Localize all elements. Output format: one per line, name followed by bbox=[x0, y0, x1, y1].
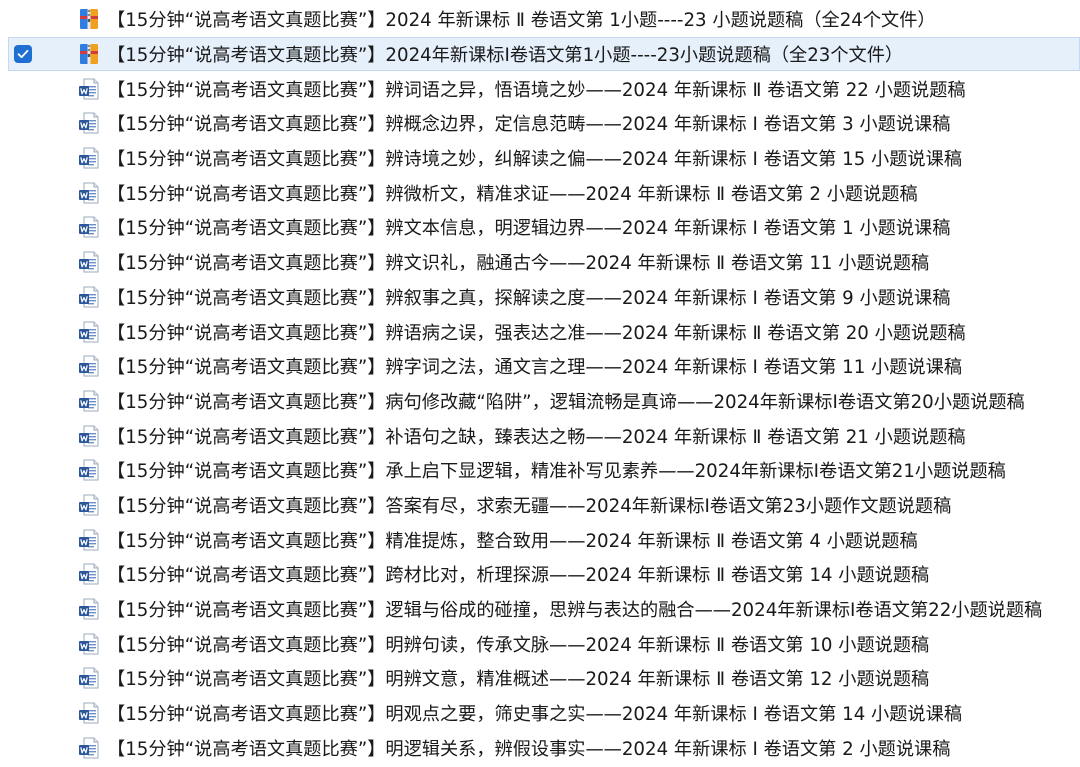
word-document-icon bbox=[77, 562, 101, 586]
file-name: 【15分钟“说高考语文真题比赛”】承上启下显逻辑，精准补写见素养——2024年新… bbox=[107, 461, 1006, 483]
file-row-1[interactable]: 【15分钟“说高考语文真题比赛”】2024年新课标Ⅰ卷语文第1小题----23小… bbox=[8, 36, 1080, 72]
archive-icon bbox=[77, 7, 101, 31]
file-row-6[interactable]: 【15分钟“说高考语文真题比赛”】辨文本信息，明逻辑边界——2024 年新课标 … bbox=[0, 210, 1080, 245]
file-row-14[interactable]: 【15分钟“说高考语文真题比赛”】答案有尽，求索无疆——2024年新课标Ⅰ卷语文… bbox=[0, 488, 1080, 523]
file-name: 【15分钟“说高考语文真题比赛”】2024年新课标Ⅰ卷语文第1小题----23小… bbox=[107, 45, 904, 67]
file-row-3[interactable]: 【15分钟“说高考语文真题比赛”】辨概念边界，定信息范畴——2024 年新课标 … bbox=[0, 106, 1080, 141]
file-name: 【15分钟“说高考语文真题比赛”】辨字词之法，通文言之理——2024 年新课标 … bbox=[107, 357, 963, 379]
file-row-12[interactable]: 【15分钟“说高考语文真题比赛”】补语句之缺，臻表达之畅——2024 年新课标 … bbox=[0, 418, 1080, 453]
word-document-icon bbox=[77, 285, 101, 309]
word-document-icon bbox=[77, 389, 101, 413]
file-row-19[interactable]: 【15分钟“说高考语文真题比赛”】明辨文意，精准概述——2024 年新课标 Ⅱ … bbox=[0, 661, 1080, 696]
file-row-17[interactable]: 【15分钟“说高考语文真题比赛”】逻辑与俗成的碰撞，思辨与表达的融合——2024… bbox=[0, 592, 1080, 627]
word-document-icon bbox=[77, 77, 101, 101]
file-row-8[interactable]: 【15分钟“说高考语文真题比赛”】辨叙事之真，探解读之度——2024 年新课标 … bbox=[0, 280, 1080, 315]
word-document-icon bbox=[77, 181, 101, 205]
file-row-13[interactable]: 【15分钟“说高考语文真题比赛”】承上启下显逻辑，精准补写见素养——2024年新… bbox=[0, 453, 1080, 488]
file-name: 【15分钟“说高考语文真题比赛”】病句修改藏“陷阱”，逻辑流畅是真谛——2024… bbox=[107, 391, 1025, 413]
file-list: 【15分钟“说高考语文真题比赛”】2024 年新课标 Ⅱ 卷语文第 1小题---… bbox=[0, 2, 1080, 765]
file-row-18[interactable]: 【15分钟“说高考语文真题比赛”】明辨句读，传承文脉——2024 年新课标 Ⅱ … bbox=[0, 626, 1080, 661]
file-row-20[interactable]: 【15分钟“说高考语文真题比赛”】明观点之要，筛史事之实——2024 年新课标 … bbox=[0, 696, 1080, 731]
file-row-5[interactable]: 【15分钟“说高考语文真题比赛”】辨微析文，精准求证——2024 年新课标 Ⅱ … bbox=[0, 175, 1080, 210]
file-name: 【15分钟“说高考语文真题比赛”】辨词语之异，悟语境之妙——2024 年新课标 … bbox=[107, 79, 966, 101]
file-row-15[interactable]: 【15分钟“说高考语文真题比赛”】精准提炼，整合致用——2024 年新课标 Ⅱ … bbox=[0, 522, 1080, 557]
word-document-icon bbox=[77, 458, 101, 482]
word-document-icon bbox=[77, 146, 101, 170]
file-name: 【15分钟“说高考语文真题比赛”】辨文识礼，融通古今——2024 年新课标 Ⅱ … bbox=[107, 253, 930, 275]
word-document-icon bbox=[77, 493, 101, 517]
file-name: 【15分钟“说高考语文真题比赛”】辨叙事之真，探解读之度——2024 年新课标 … bbox=[107, 287, 951, 309]
file-name: 【15分钟“说高考语文真题比赛”】辨文本信息，明逻辑边界——2024 年新课标 … bbox=[107, 218, 951, 240]
file-name: 【15分钟“说高考语文真题比赛”】明辨句读，传承文脉——2024 年新课标 Ⅱ … bbox=[107, 634, 930, 656]
file-name: 【15分钟“说高考语文真题比赛”】答案有尽，求索无疆——2024年新课标Ⅰ卷语文… bbox=[107, 495, 952, 517]
word-document-icon bbox=[77, 354, 101, 378]
file-name: 【15分钟“说高考语文真题比赛”】补语句之缺，臻表达之畅——2024 年新课标 … bbox=[107, 426, 966, 448]
archive-icon bbox=[77, 42, 101, 66]
file-name: 【15分钟“说高考语文真题比赛”】2024 年新课标 Ⅱ 卷语文第 1小题---… bbox=[107, 10, 936, 32]
word-document-icon bbox=[77, 597, 101, 621]
file-row-0[interactable]: 【15分钟“说高考语文真题比赛”】2024 年新课标 Ⅱ 卷语文第 1小题---… bbox=[0, 2, 1080, 37]
word-document-icon bbox=[77, 424, 101, 448]
file-name: 【15分钟“说高考语文真题比赛”】辨诗境之妙，纠解读之偏——2024 年新课标 … bbox=[107, 149, 963, 171]
file-name: 【15分钟“说高考语文真题比赛”】明逻辑关系，辨假设事实——2024 年新课标 … bbox=[107, 738, 951, 760]
file-row-2[interactable]: 【15分钟“说高考语文真题比赛”】辨词语之异，悟语境之妙——2024 年新课标 … bbox=[0, 71, 1080, 106]
file-row-9[interactable]: 【15分钟“说高考语文真题比赛”】辨语病之误，强表达之准——2024 年新课标 … bbox=[0, 314, 1080, 349]
word-document-icon bbox=[77, 320, 101, 344]
word-document-icon bbox=[77, 632, 101, 656]
file-name: 【15分钟“说高考语文真题比赛”】明辨文意，精准概述——2024 年新课标 Ⅱ … bbox=[107, 669, 930, 691]
file-row-10[interactable]: 【15分钟“说高考语文真题比赛”】辨字词之法，通文言之理——2024 年新课标 … bbox=[0, 349, 1080, 384]
file-row-4[interactable]: 【15分钟“说高考语文真题比赛”】辨诗境之妙，纠解读之偏——2024 年新课标 … bbox=[0, 141, 1080, 176]
file-row-11[interactable]: 【15分钟“说高考语文真题比赛”】病句修改藏“陷阱”，逻辑流畅是真谛——2024… bbox=[0, 384, 1080, 419]
file-name: 【15分钟“说高考语文真题比赛”】跨材比对，析理探源——2024 年新课标 Ⅱ … bbox=[107, 565, 930, 587]
file-row-16[interactable]: 【15分钟“说高考语文真题比赛”】跨材比对，析理探源——2024 年新课标 Ⅱ … bbox=[0, 557, 1080, 592]
word-document-icon bbox=[77, 666, 101, 690]
word-document-icon bbox=[77, 111, 101, 135]
file-name: 【15分钟“说高考语文真题比赛”】辨概念边界，定信息范畴——2024 年新课标 … bbox=[107, 114, 951, 136]
word-document-icon bbox=[77, 250, 101, 274]
file-name: 【15分钟“说高考语文真题比赛”】辨微析文，精准求证——2024 年新课标 Ⅱ … bbox=[107, 183, 918, 205]
word-document-icon bbox=[77, 736, 101, 760]
file-name: 【15分钟“说高考语文真题比赛”】逻辑与俗成的碰撞，思辨与表达的融合——2024… bbox=[107, 600, 1043, 622]
file-name: 【15分钟“说高考语文真题比赛”】精准提炼，整合致用——2024 年新课标 Ⅱ … bbox=[107, 530, 918, 552]
word-document-icon bbox=[77, 215, 101, 239]
file-row-7[interactable]: 【15分钟“说高考语文真题比赛”】辨文识礼，融通古今——2024 年新课标 Ⅱ … bbox=[0, 245, 1080, 280]
word-document-icon bbox=[77, 701, 101, 725]
checkbox-checked-icon[interactable] bbox=[14, 45, 32, 64]
word-document-icon bbox=[77, 528, 101, 552]
file-row-21[interactable]: 【15分钟“说高考语文真题比赛”】明逻辑关系，辨假设事实——2024 年新课标 … bbox=[0, 730, 1080, 765]
file-name: 【15分钟“说高考语文真题比赛”】辨语病之误，强表达之准——2024 年新课标 … bbox=[107, 322, 966, 344]
file-name: 【15分钟“说高考语文真题比赛”】明观点之要，筛史事之实——2024 年新课标 … bbox=[107, 704, 963, 726]
